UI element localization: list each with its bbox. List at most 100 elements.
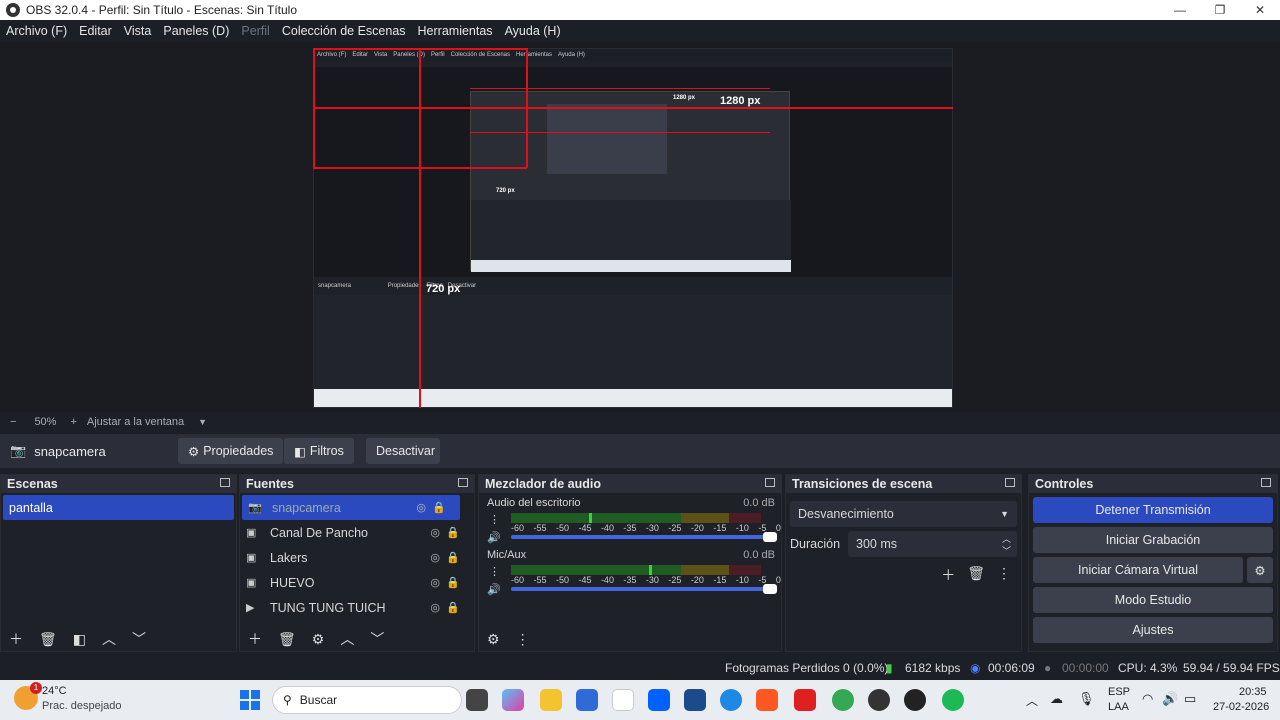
menu-ayuda[interactable]: Ayuda (H) [505,24,561,38]
trash-icon[interactable]: 🗑 [278,631,296,648]
language-layout[interactable]: LAA [1108,701,1129,713]
copilot-icon[interactable] [502,689,524,711]
amazon-icon[interactable] [612,689,634,711]
wifi-icon[interactable]: ◠ [1142,691,1153,707]
taskbar-search[interactable]: ⚲ Buscar [272,686,462,714]
popout-icon[interactable] [458,478,468,487]
lock-icon[interactable]: 🔒 [446,601,460,614]
stop-stream-button[interactable]: Detener Transmisión [1033,497,1273,523]
eye-hidden-icon[interactable]: ◎ [430,601,440,614]
trash-icon[interactable]: 🗑 [967,565,985,585]
start-recording-button[interactable]: Iniciar Grabación [1033,527,1273,553]
volume-meter [511,513,761,523]
app-icon[interactable] [868,689,890,711]
meter-tick-label: -30 [645,523,659,533]
filter-icon[interactable]: ◧ [73,631,86,648]
kebab-menu-icon[interactable]: ⋮ [489,565,500,578]
studio-mode-button[interactable]: Modo Estudio [1033,587,1273,613]
eye-hidden-icon[interactable]: ◎ [430,551,440,564]
office-icon[interactable] [794,689,816,711]
obs-icon[interactable] [904,689,926,711]
popout-icon[interactable] [1005,478,1015,487]
menu-paneles[interactable]: Paneles (D) [163,24,229,38]
source-item[interactable]: ▣ Lakers ◎ 🔒 [240,545,474,570]
chevron-down-icon[interactable]: ▼ [198,417,207,427]
language-code[interactable]: ESP [1108,686,1130,698]
stepper-down-icon[interactable]: ﹀ [1002,544,1011,557]
preview-canvas[interactable]: Archivo (F) Editar Vista Paneles (D) Per… [313,48,953,408]
gear-icon[interactable]: ⚙ [1247,557,1273,583]
cloud-icon[interactable]: ☁ [1050,691,1063,707]
chevron-up-icon[interactable]: ︿ [102,629,116,649]
lock-icon[interactable]: 🔒 [446,551,460,564]
add-icon[interactable]: ＋ [9,629,23,649]
booking-icon[interactable] [684,689,706,711]
transition-select[interactable]: Desvanecimiento ▼ [790,501,1017,527]
inner-width-label: 1280 px [673,95,696,101]
eye-hidden-icon[interactable]: ◎ [430,526,440,539]
kebab-menu-icon[interactable]: ⋮ [516,631,530,648]
add-icon[interactable]: ＋ [248,629,262,649]
popout-icon[interactable] [1261,478,1271,487]
scene-item[interactable]: pantalla [3,495,234,520]
source-item[interactable]: ▣ HUEVO ◎ 🔒 [240,570,474,595]
speaker-icon[interactable]: 🔊 [1162,691,1178,707]
filters-button[interactable]: ◧ Filtros [284,438,354,464]
volume-slider[interactable] [511,584,777,594]
chrome-icon[interactable] [832,689,854,711]
zoom-fit-select[interactable]: Ajustar a la ventana [87,416,184,428]
kebab-menu-icon[interactable]: ⋮ [997,565,1011,585]
chevron-up-icon[interactable]: ︿ [340,629,354,649]
chevron-down-icon[interactable]: ﹀ [132,629,146,649]
deactivate-button[interactable]: Desactivar [366,438,440,464]
brave-icon[interactable] [756,689,778,711]
edge-icon[interactable] [720,689,742,711]
chevron-down-icon[interactable]: ﹀ [370,629,384,649]
properties-button[interactable]: ⚙ Propiedades [178,438,284,464]
microphone-icon[interactable]: 🎙 [1078,691,1095,707]
menu-coleccion[interactable]: Colección de Escenas [282,24,406,38]
popout-icon[interactable] [220,478,230,487]
nested-menu-item: Herramientas [516,52,553,58]
menu-vista[interactable]: Vista [124,24,152,38]
zoom-out-button[interactable]: − [10,416,16,428]
eye-hidden-icon[interactable]: ◎ [416,501,426,514]
meter-tick-label: -15 [713,523,727,533]
windows-start-icon[interactable] [240,690,260,710]
lock-icon[interactable]: 🔒 [446,576,460,589]
chevron-up-icon[interactable]: ︿ [1026,692,1038,709]
lock-icon[interactable]: 🔒 [432,501,446,514]
spotify-icon[interactable] [942,689,964,711]
lock-icon[interactable]: 🔒 [446,526,460,539]
task-view-icon[interactable] [466,689,488,711]
minimize-button[interactable]: — [1160,0,1200,20]
close-button[interactable]: ✕ [1240,0,1280,20]
menu-editar[interactable]: Editar [79,24,112,38]
clock-date[interactable]: 27-02-2026 [1213,701,1269,713]
start-virtual-camera-button[interactable]: Iniciar Cámara Virtual [1033,557,1243,583]
eye-hidden-icon[interactable]: ◎ [430,576,440,589]
settings-button[interactable]: Ajustes [1033,617,1273,643]
menu-archivo[interactable]: Archivo (F) [6,24,67,38]
gear-icon[interactable]: ⚙ [487,631,500,648]
clock-time[interactable]: 20:35 [1239,686,1267,698]
source-item[interactable]: ▶ TUNG TUNG TUICH ◎ 🔒 [240,595,474,620]
source-item[interactable]: ▣ Canal De Pancho ◎ 🔒 [240,520,474,545]
duration-stepper[interactable]: 300 ms ︿ ﹀ [848,531,1017,557]
zoom-in-button[interactable]: + [70,416,76,428]
menu-herramientas[interactable]: Herramientas [418,24,493,38]
file-explorer-icon[interactable] [540,689,562,711]
maximize-button[interactable]: ❐ [1200,0,1240,20]
gear-icon[interactable]: ⚙ [312,631,325,648]
menu-perfil[interactable]: Perfil [241,24,269,38]
speaker-icon[interactable]: 🔊 [487,583,501,596]
dropbox-icon[interactable] [648,689,670,711]
trash-icon[interactable]: 🗑 [39,631,57,648]
battery-icon[interactable]: ▭ [1184,691,1196,707]
source-label: HUEVO [270,575,315,590]
kebab-menu-icon[interactable]: ⋮ [489,513,500,526]
popout-icon[interactable] [765,478,775,487]
add-icon[interactable]: ＋ [941,565,955,585]
store-icon[interactable] [576,689,598,711]
source-item[interactable]: 📷 snapcamera ◎ 🔒 [242,495,460,520]
